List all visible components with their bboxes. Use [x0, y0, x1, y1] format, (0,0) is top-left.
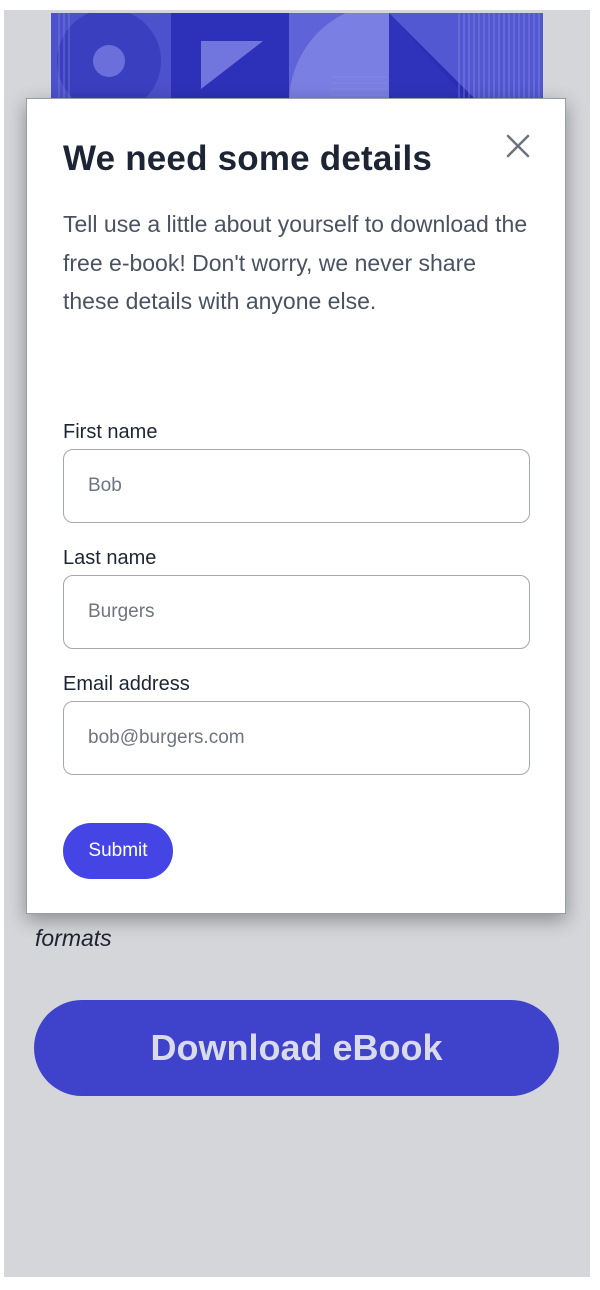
submit-button[interactable]: Submit: [63, 823, 173, 879]
first-name-input[interactable]: [63, 449, 530, 523]
details-modal: We need some details Tell use a little a…: [26, 98, 566, 914]
last-name-input[interactable]: [63, 575, 530, 649]
last-name-label: Last name: [63, 547, 157, 569]
email-address-input[interactable]: [63, 701, 530, 775]
first-name-label: First name: [63, 421, 158, 443]
modal-description: Tell use a little about yourself to down…: [63, 211, 528, 314]
close-icon: [506, 134, 530, 158]
modal-title: We need some details: [63, 139, 433, 178]
email-address-label: Email address: [63, 673, 190, 695]
close-button[interactable]: [503, 131, 533, 161]
